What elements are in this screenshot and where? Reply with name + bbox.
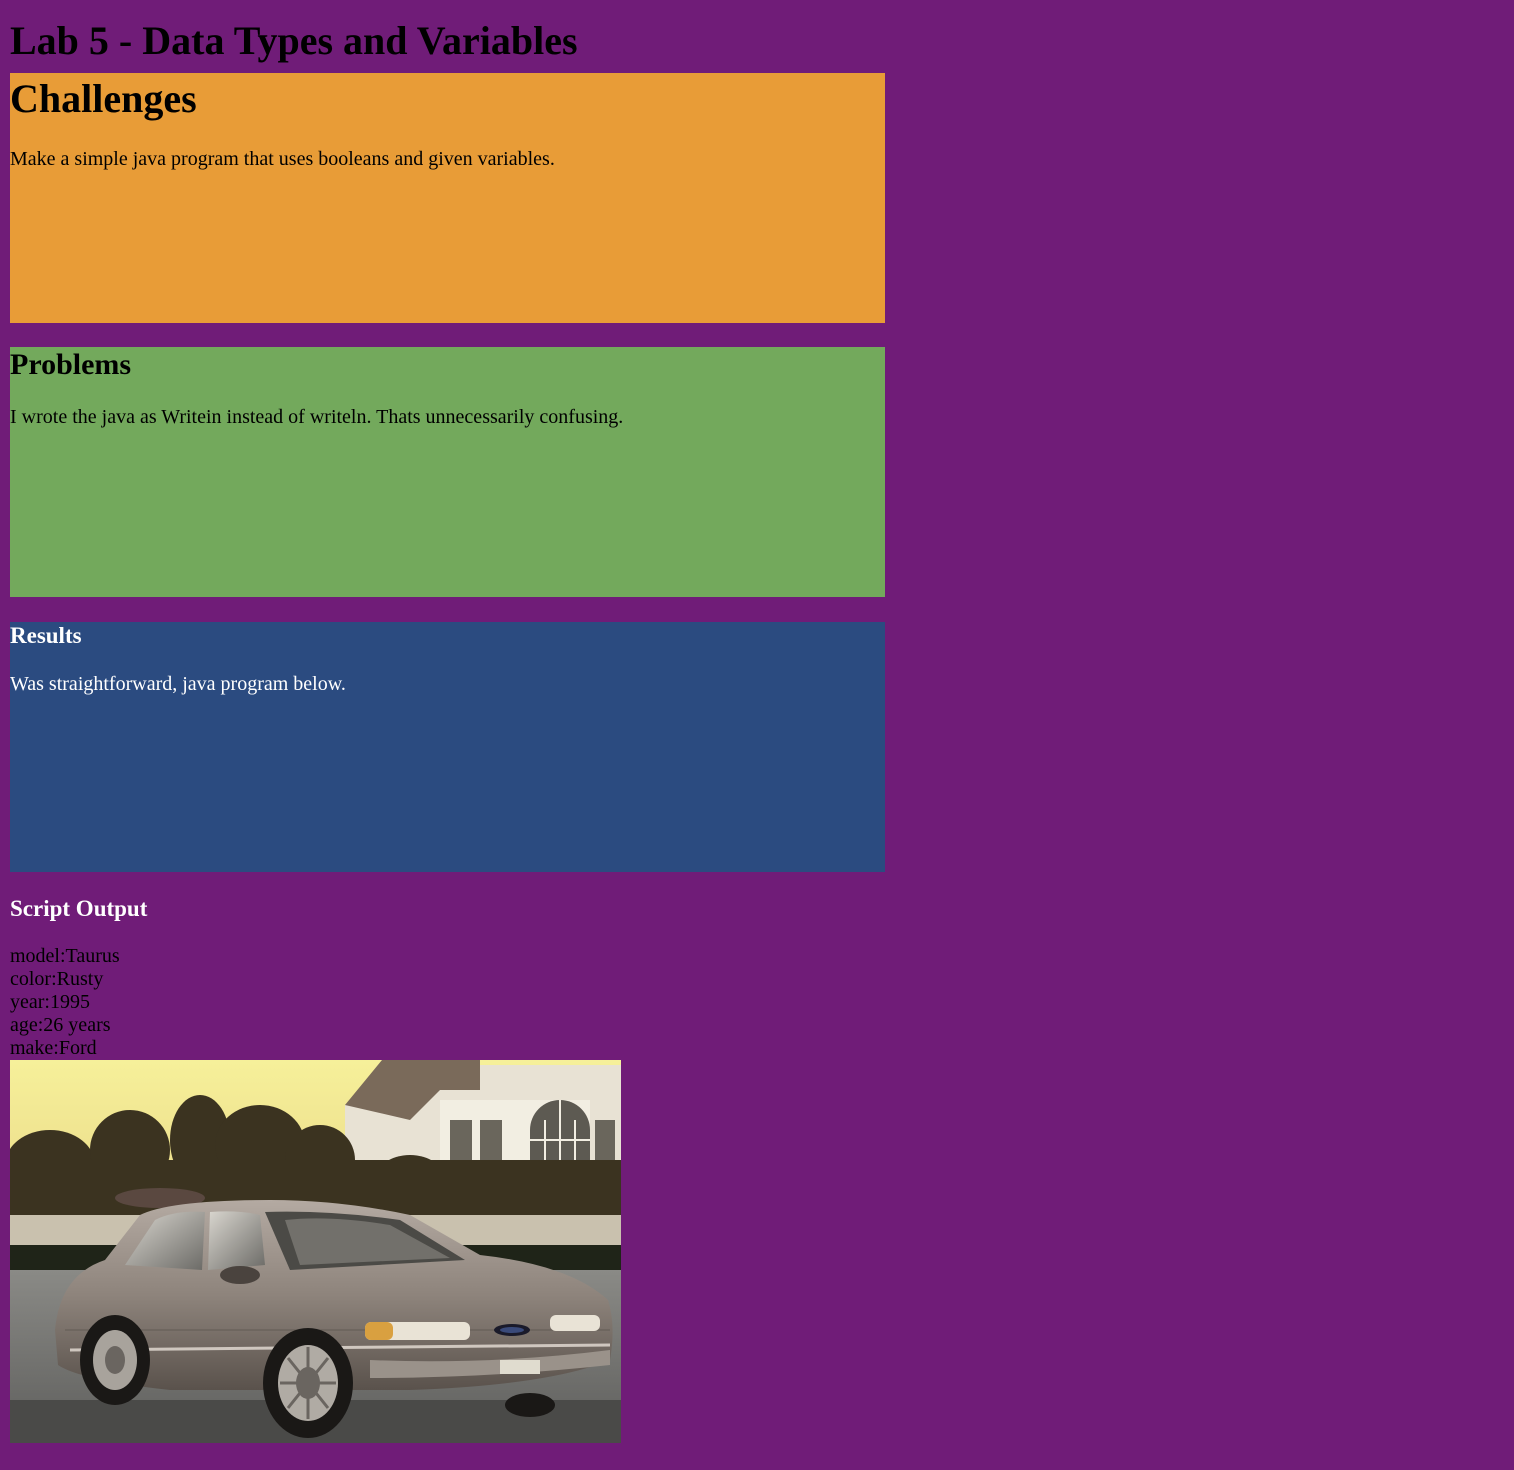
page-title: Lab 5 - Data Types and Variables: [10, 18, 578, 63]
results-section: Results Was straightforward, java progra…: [10, 622, 885, 872]
problems-section: Problems I wrote the java as Writein ins…: [10, 347, 885, 597]
problems-text: I wrote the java as Writein instead of w…: [10, 406, 624, 428]
output-line-age: age:26 years: [10, 1014, 111, 1036]
challenges-section: Challenges Make a simple java program th…: [10, 73, 885, 323]
car-photo: [10, 1060, 621, 1443]
results-text: Was straightforward, java program below.: [10, 673, 346, 695]
challenges-text: Make a simple java program that uses boo…: [10, 148, 555, 170]
page-content: Lab 5 - Data Types and Variables Challen…: [0, 0, 1514, 1443]
results-heading: Results: [10, 623, 82, 648]
challenges-heading: Challenges: [10, 76, 197, 121]
script-output-lines: model:Taurus color:Rusty year:1995 age:2…: [10, 922, 1504, 1060]
output-line-make: make:Ford: [10, 1037, 97, 1059]
output-line-color: color:Rusty: [10, 968, 104, 990]
output-line-year: year:1995: [10, 991, 90, 1013]
script-output-heading: Script Output: [10, 896, 148, 921]
page-body: { "page": { "title": "Lab 5 - Data Types…: [0, 0, 1514, 1470]
problems-heading: Problems: [10, 348, 132, 381]
output-line-model: model:Taurus: [10, 945, 120, 967]
